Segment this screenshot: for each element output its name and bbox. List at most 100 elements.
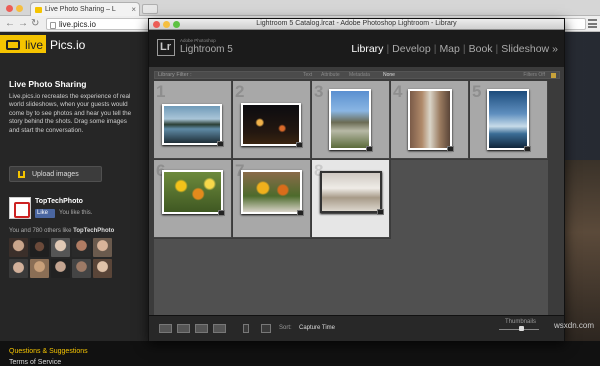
filter-label: Library Filter : (158, 72, 192, 78)
photo-thumbnail[interactable] (162, 170, 225, 216)
module-slideshow[interactable]: Slideshow (501, 43, 549, 55)
photo-thumbnail[interactable] (241, 103, 303, 148)
thumbnails-label: Thumbnails (504, 319, 536, 325)
like-button[interactable]: Like (35, 209, 55, 218)
tab-close-icon[interactable]: × (131, 5, 136, 14)
grid-empty-area (391, 160, 548, 330)
library-filter-bar: Library Filter : Text Attribute Metadata… (154, 71, 560, 79)
module-map[interactable]: Map (439, 43, 459, 55)
cell-number: 1 (156, 82, 166, 101)
filters-off-toggle[interactable]: Filters Off (523, 72, 545, 78)
module-library[interactable]: Library (351, 43, 383, 55)
logo-text: live (25, 38, 44, 52)
page-name[interactable]: TopTechPhoto (35, 198, 83, 205)
lr-close-button[interactable] (153, 21, 160, 28)
grid-cell-5[interactable]: 5 (470, 81, 548, 159)
badge-icon (366, 146, 373, 152)
filter-metadata[interactable]: Metadata (349, 72, 370, 78)
lock-icon[interactable] (551, 73, 556, 78)
friend-avatar[interactable] (30, 259, 49, 278)
spray-can-icon[interactable] (243, 324, 249, 333)
upload-images-button[interactable]: Upload images (9, 166, 102, 182)
sort-direction-icon[interactable] (261, 324, 271, 333)
filter-text[interactable]: Text (303, 72, 312, 78)
photo-thumbnail[interactable] (162, 104, 224, 147)
friend-avatar[interactable] (93, 259, 112, 278)
background-photo (560, 160, 600, 341)
grid-cell-4[interactable]: 4 (391, 81, 469, 159)
sidebar-description: Live.pics.io recreates the experience of… (9, 93, 132, 134)
filter-attribute[interactable]: Attribute (321, 72, 340, 78)
browser-tab-bar: Live Photo Sharing – L × (0, 0, 600, 16)
badge-icon (377, 209, 384, 215)
sidebar-title: Live Photo Sharing (9, 79, 87, 89)
lightroom-titlebar: Lightroom 5 Catalog.lrcat - Adobe Photos… (149, 19, 564, 30)
cell-number: 4 (393, 82, 403, 101)
module-picker: Library | Develop | Map | Book | Slideshow» (351, 43, 558, 55)
friend-avatar[interactable] (93, 238, 112, 257)
product-subtitle: Adobe Photoshop (180, 38, 216, 43)
logo[interactable]: live (0, 35, 46, 53)
reload-icon[interactable]: ↻ (31, 18, 39, 30)
friend-avatar[interactable] (51, 259, 70, 278)
cell-number: 5 (472, 82, 482, 101)
sidebar: live Pics.io Live Photo Sharing Live.pic… (0, 32, 148, 366)
close-window-button[interactable] (6, 5, 13, 12)
grid-cell-7[interactable]: 7 (233, 160, 311, 238)
friends-prefix: You and 780 others like (9, 228, 72, 234)
photo-thumbnail[interactable] (241, 170, 304, 216)
badge-icon (297, 210, 304, 216)
sort-select[interactable]: Capture Time (299, 325, 335, 331)
likes-status: You like this. (59, 210, 93, 216)
friend-avatar[interactable] (9, 259, 28, 278)
terms-of-service-link[interactable]: Terms of Service (9, 359, 61, 366)
friend-avatar[interactable] (30, 238, 49, 257)
filter-none[interactable]: None (383, 72, 395, 78)
favicon-icon (35, 7, 42, 13)
lr-zoom-button[interactable] (173, 21, 180, 28)
grid-cell-1[interactable]: 1 (154, 81, 232, 159)
thumbnail-slider-handle[interactable] (519, 326, 524, 331)
grid-cell-6[interactable]: 6 (154, 160, 232, 238)
new-tab-button[interactable] (142, 4, 158, 14)
module-develop[interactable]: Develop (392, 43, 431, 55)
upload-icon (18, 171, 25, 178)
forward-arrow-icon[interactable]: → (18, 18, 28, 30)
friend-avatar[interactable] (72, 259, 91, 278)
grid-view-icon[interactable] (159, 324, 172, 333)
photo-thumbnail[interactable] (408, 89, 454, 152)
photo-thumbnail[interactable] (487, 89, 531, 152)
badge-icon (524, 146, 531, 152)
questions-suggestions-link[interactable]: Questions & Suggestions (9, 348, 88, 355)
sort-label: Sort: (279, 325, 292, 331)
browser-tab[interactable]: Live Photo Sharing – L × (30, 2, 140, 16)
upload-label: Upload images (32, 171, 79, 178)
badge-icon (296, 142, 303, 148)
loupe-view-icon[interactable] (177, 324, 190, 333)
photo-thumbnail[interactable] (320, 171, 384, 215)
photo-thumbnail[interactable] (329, 89, 373, 152)
module-book[interactable]: Book (469, 43, 493, 55)
page-avatar[interactable] (9, 197, 31, 219)
hamburger-icon[interactable] (588, 19, 597, 28)
tv-icon (6, 40, 20, 50)
minimize-window-button[interactable] (16, 5, 23, 12)
url-text: live.pics.io (59, 20, 96, 29)
friend-avatar[interactable] (72, 238, 91, 257)
friends-page-link[interactable]: TopTechPhoto (73, 228, 114, 234)
grid-scrollbar[interactable] (554, 81, 560, 330)
survey-view-icon[interactable] (213, 324, 226, 333)
lr-minimize-button[interactable] (163, 21, 170, 28)
grid-cell-3[interactable]: 3 (312, 81, 390, 159)
back-arrow-icon[interactable]: ← (5, 18, 15, 30)
friend-avatar[interactable] (9, 238, 28, 257)
friend-avatar[interactable] (51, 238, 70, 257)
grid-cell-2[interactable]: 2 (233, 81, 311, 159)
lr-logo: Lr (157, 39, 175, 56)
tab-title: Live Photo Sharing – L (45, 6, 116, 13)
badge-icon (447, 146, 454, 152)
grid-cell-8[interactable]: 8 (312, 160, 390, 238)
more-modules-icon[interactable]: » (552, 43, 558, 55)
compare-view-icon[interactable] (195, 324, 208, 333)
lightroom-window-title: Lightroom 5 Catalog.lrcat - Adobe Photos… (256, 20, 457, 27)
